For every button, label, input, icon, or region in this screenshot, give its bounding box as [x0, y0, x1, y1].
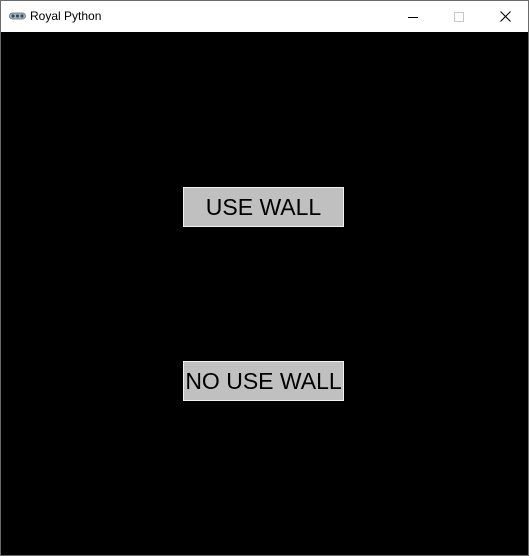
title-bar[interactable]: Royal Python — [1, 1, 528, 32]
close-button[interactable] — [482, 1, 528, 32]
close-icon — [499, 11, 511, 22]
maximize-icon — [454, 11, 464, 22]
game-canvas: USE WALL NO USE WALL — [1, 32, 528, 555]
app-window: Royal Python USE WALL NO USE WALL — [0, 0, 529, 556]
minimize-button[interactable] — [390, 1, 436, 32]
maximize-button[interactable] — [436, 1, 482, 32]
window-title: Royal Python — [30, 9, 102, 23]
python-icon — [9, 12, 26, 20]
minimize-icon — [408, 16, 418, 18]
no-use-wall-button[interactable]: NO USE WALL — [183, 361, 344, 401]
use-wall-button[interactable]: USE WALL — [183, 187, 344, 227]
